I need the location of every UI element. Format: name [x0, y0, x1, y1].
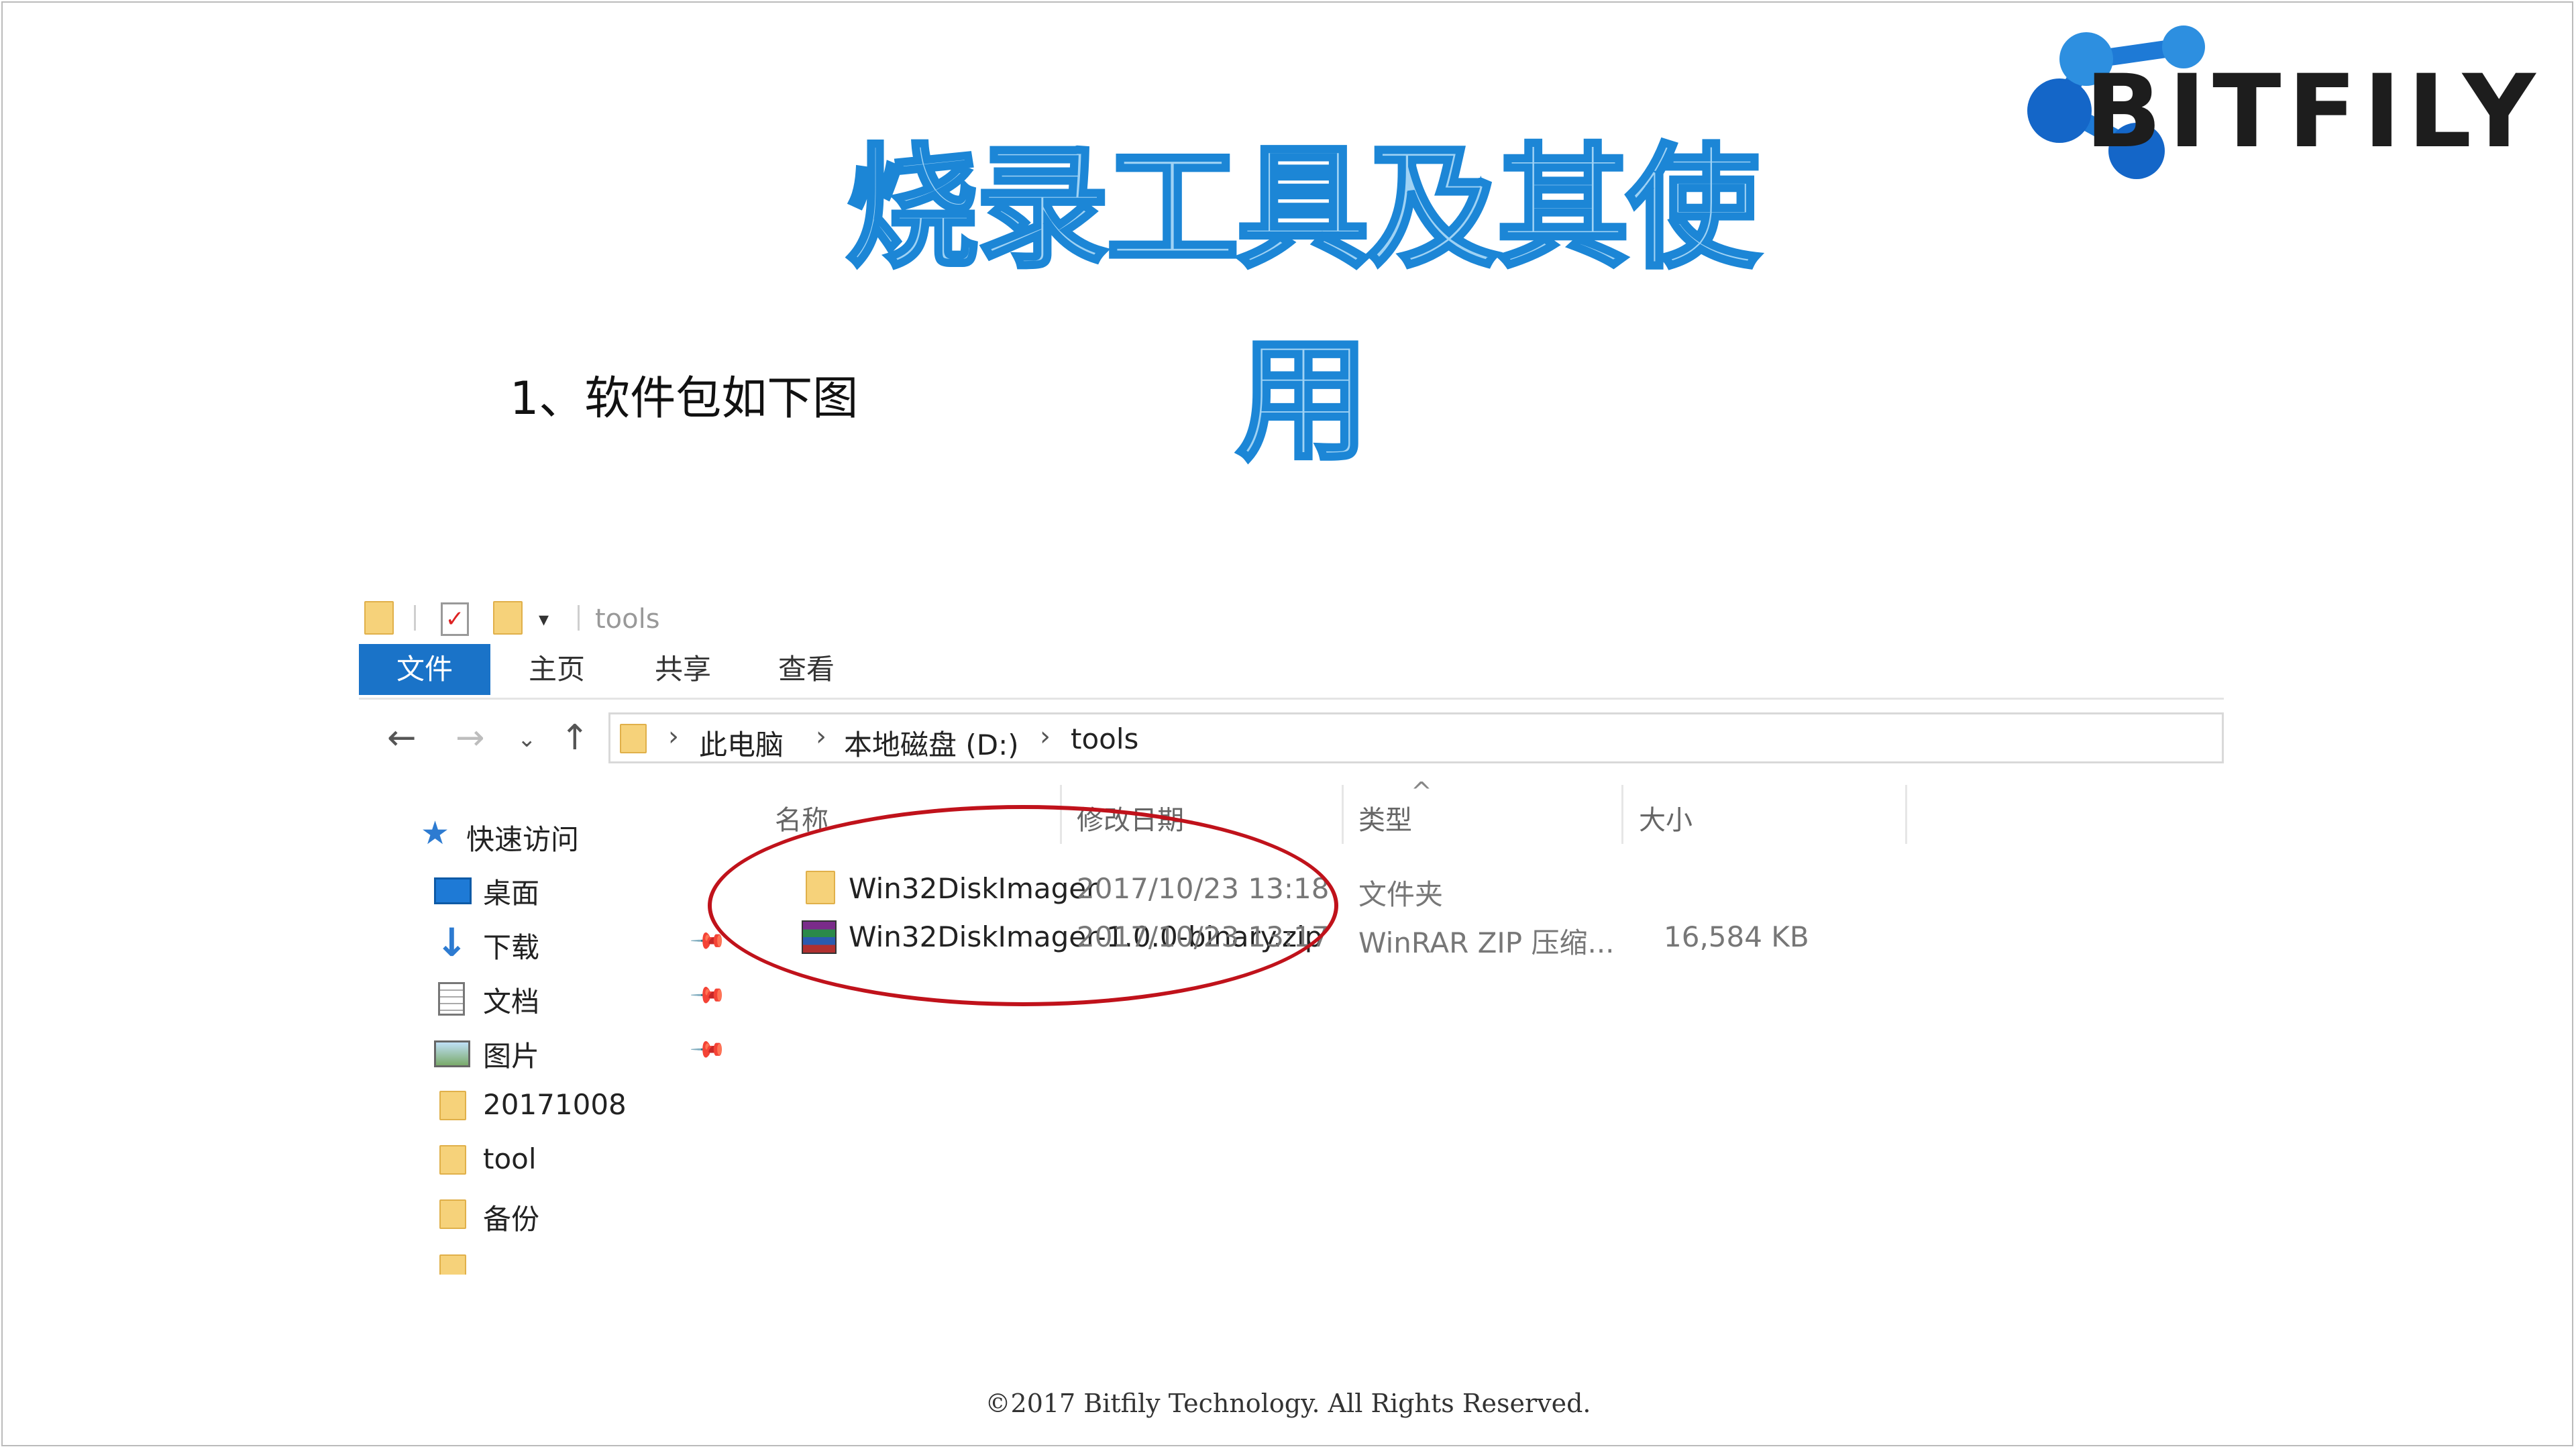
file-type: WinRAR ZIP 压缩...: [1358, 926, 1615, 959]
file-size: 16,584 KB: [1664, 920, 1809, 953]
column-divider[interactable]: [1342, 785, 1344, 844]
window-title: tools: [595, 604, 660, 635]
chevron-right-icon[interactable]: ›: [816, 721, 826, 752]
highlight-annotation-circle: [708, 805, 1338, 1006]
desktop-icon: [434, 877, 472, 904]
tab-view[interactable]: 查看: [763, 644, 850, 695]
tab-share[interactable]: 共享: [639, 644, 727, 695]
sidebar-item-documents[interactable]: 文档 📌: [359, 974, 735, 1021]
sidebar-item-pictures[interactable]: 图片 📌: [359, 1028, 735, 1075]
sidebar-item-label: tool: [483, 1142, 537, 1175]
column-divider[interactable]: [1905, 785, 1907, 844]
navigation-pane: ★ 快速访问 桌面 ↓ 下载 📌 文档 📌 图片 📌 20171008 tool…: [359, 812, 735, 1275]
sidebar-item-downloads[interactable]: ↓ 下载 📌: [359, 920, 735, 967]
pin-icon[interactable]: 📌: [689, 976, 728, 1015]
tab-home[interactable]: 主页: [513, 644, 600, 695]
column-header-type[interactable]: 类型: [1358, 798, 1412, 837]
folder-icon[interactable]: [364, 601, 394, 635]
breadcrumb-tools[interactable]: tools: [1071, 722, 1138, 755]
folder-icon: [439, 1091, 466, 1120]
sort-ascending-icon: ^: [1411, 777, 1432, 806]
navigation-bar: ← → ⌄ ↑ › 此电脑 › 本地磁盘 (D:) › tools: [359, 710, 2224, 770]
new-folder-icon[interactable]: [493, 601, 523, 635]
sidebar-item-folder-backup[interactable]: 备份: [359, 1191, 735, 1238]
chevron-right-icon[interactable]: ›: [668, 721, 679, 752]
ribbon-tabs: 文件 主页 共享 查看: [359, 644, 2224, 700]
sidebar-item-label: 桌面: [483, 877, 540, 910]
properties-icon[interactable]: ✓: [441, 602, 469, 636]
file-type: 文件夹: [1358, 878, 1444, 911]
back-arrow-icon[interactable]: ←: [387, 718, 417, 758]
breadcrumb-this-pc[interactable]: 此电脑: [699, 722, 784, 763]
sidebar-item-quick-access[interactable]: ★ 快速访问: [359, 812, 735, 859]
sidebar-item-label: 20171008: [483, 1088, 627, 1121]
folder-icon: [439, 1199, 466, 1229]
column-header-size[interactable]: 大小: [1639, 798, 1693, 837]
chevron-right-icon[interactable]: ›: [1040, 721, 1051, 752]
folder-icon: [439, 1145, 466, 1175]
copyright-footer: ©2017 Bitfily Technology. All Rights Res…: [985, 1389, 1591, 1418]
column-divider[interactable]: [1621, 785, 1623, 844]
picture-icon: [434, 1040, 470, 1067]
sidebar-item-folder-20171008[interactable]: 20171008: [359, 1083, 735, 1130]
sidebar-item-label: 备份: [483, 1203, 540, 1236]
forward-arrow-icon[interactable]: →: [455, 718, 485, 758]
folder-icon: [620, 724, 647, 753]
up-arrow-icon[interactable]: ↑: [560, 718, 590, 758]
sidebar-item-label: 图片: [483, 1040, 540, 1073]
recent-locations-chevron-icon[interactable]: ⌄: [517, 726, 537, 753]
star-icon: ★: [421, 814, 450, 852]
breadcrumb-local-disk[interactable]: 本地磁盘 (D:): [844, 722, 1019, 763]
toolbar-divider: [414, 605, 416, 631]
sidebar-item-label: 快速访问: [466, 823, 580, 856]
sidebar-item-folder-tool[interactable]: tool: [359, 1137, 735, 1184]
document-icon: [438, 982, 465, 1016]
sidebar-item-desktop[interactable]: 桌面: [359, 865, 735, 912]
folder-icon: [439, 1254, 466, 1275]
sidebar-item-partial: [359, 1246, 735, 1275]
toolbar-divider: [578, 605, 580, 631]
customize-dropdown-icon[interactable]: ▾: [539, 608, 549, 631]
bitfily-logo: BITFILY: [2012, 13, 2536, 181]
logo-wordmark: BITFILY: [2085, 54, 2542, 170]
tab-file[interactable]: 文件: [359, 644, 490, 695]
quick-access-toolbar: ✓ ▾ tools: [359, 590, 2224, 644]
pin-icon[interactable]: 📌: [689, 1030, 728, 1069]
sidebar-item-label: 文档: [483, 985, 540, 1018]
address-bar[interactable]: › 此电脑 › 本地磁盘 (D:) › tools: [608, 712, 2224, 763]
sidebar-item-label: 下载: [483, 931, 540, 964]
slide-title: 烧录工具及其使用: [844, 129, 1762, 480]
download-icon: ↓: [435, 920, 468, 965]
slide-subtitle: 1、软件包如下图: [510, 372, 859, 425]
